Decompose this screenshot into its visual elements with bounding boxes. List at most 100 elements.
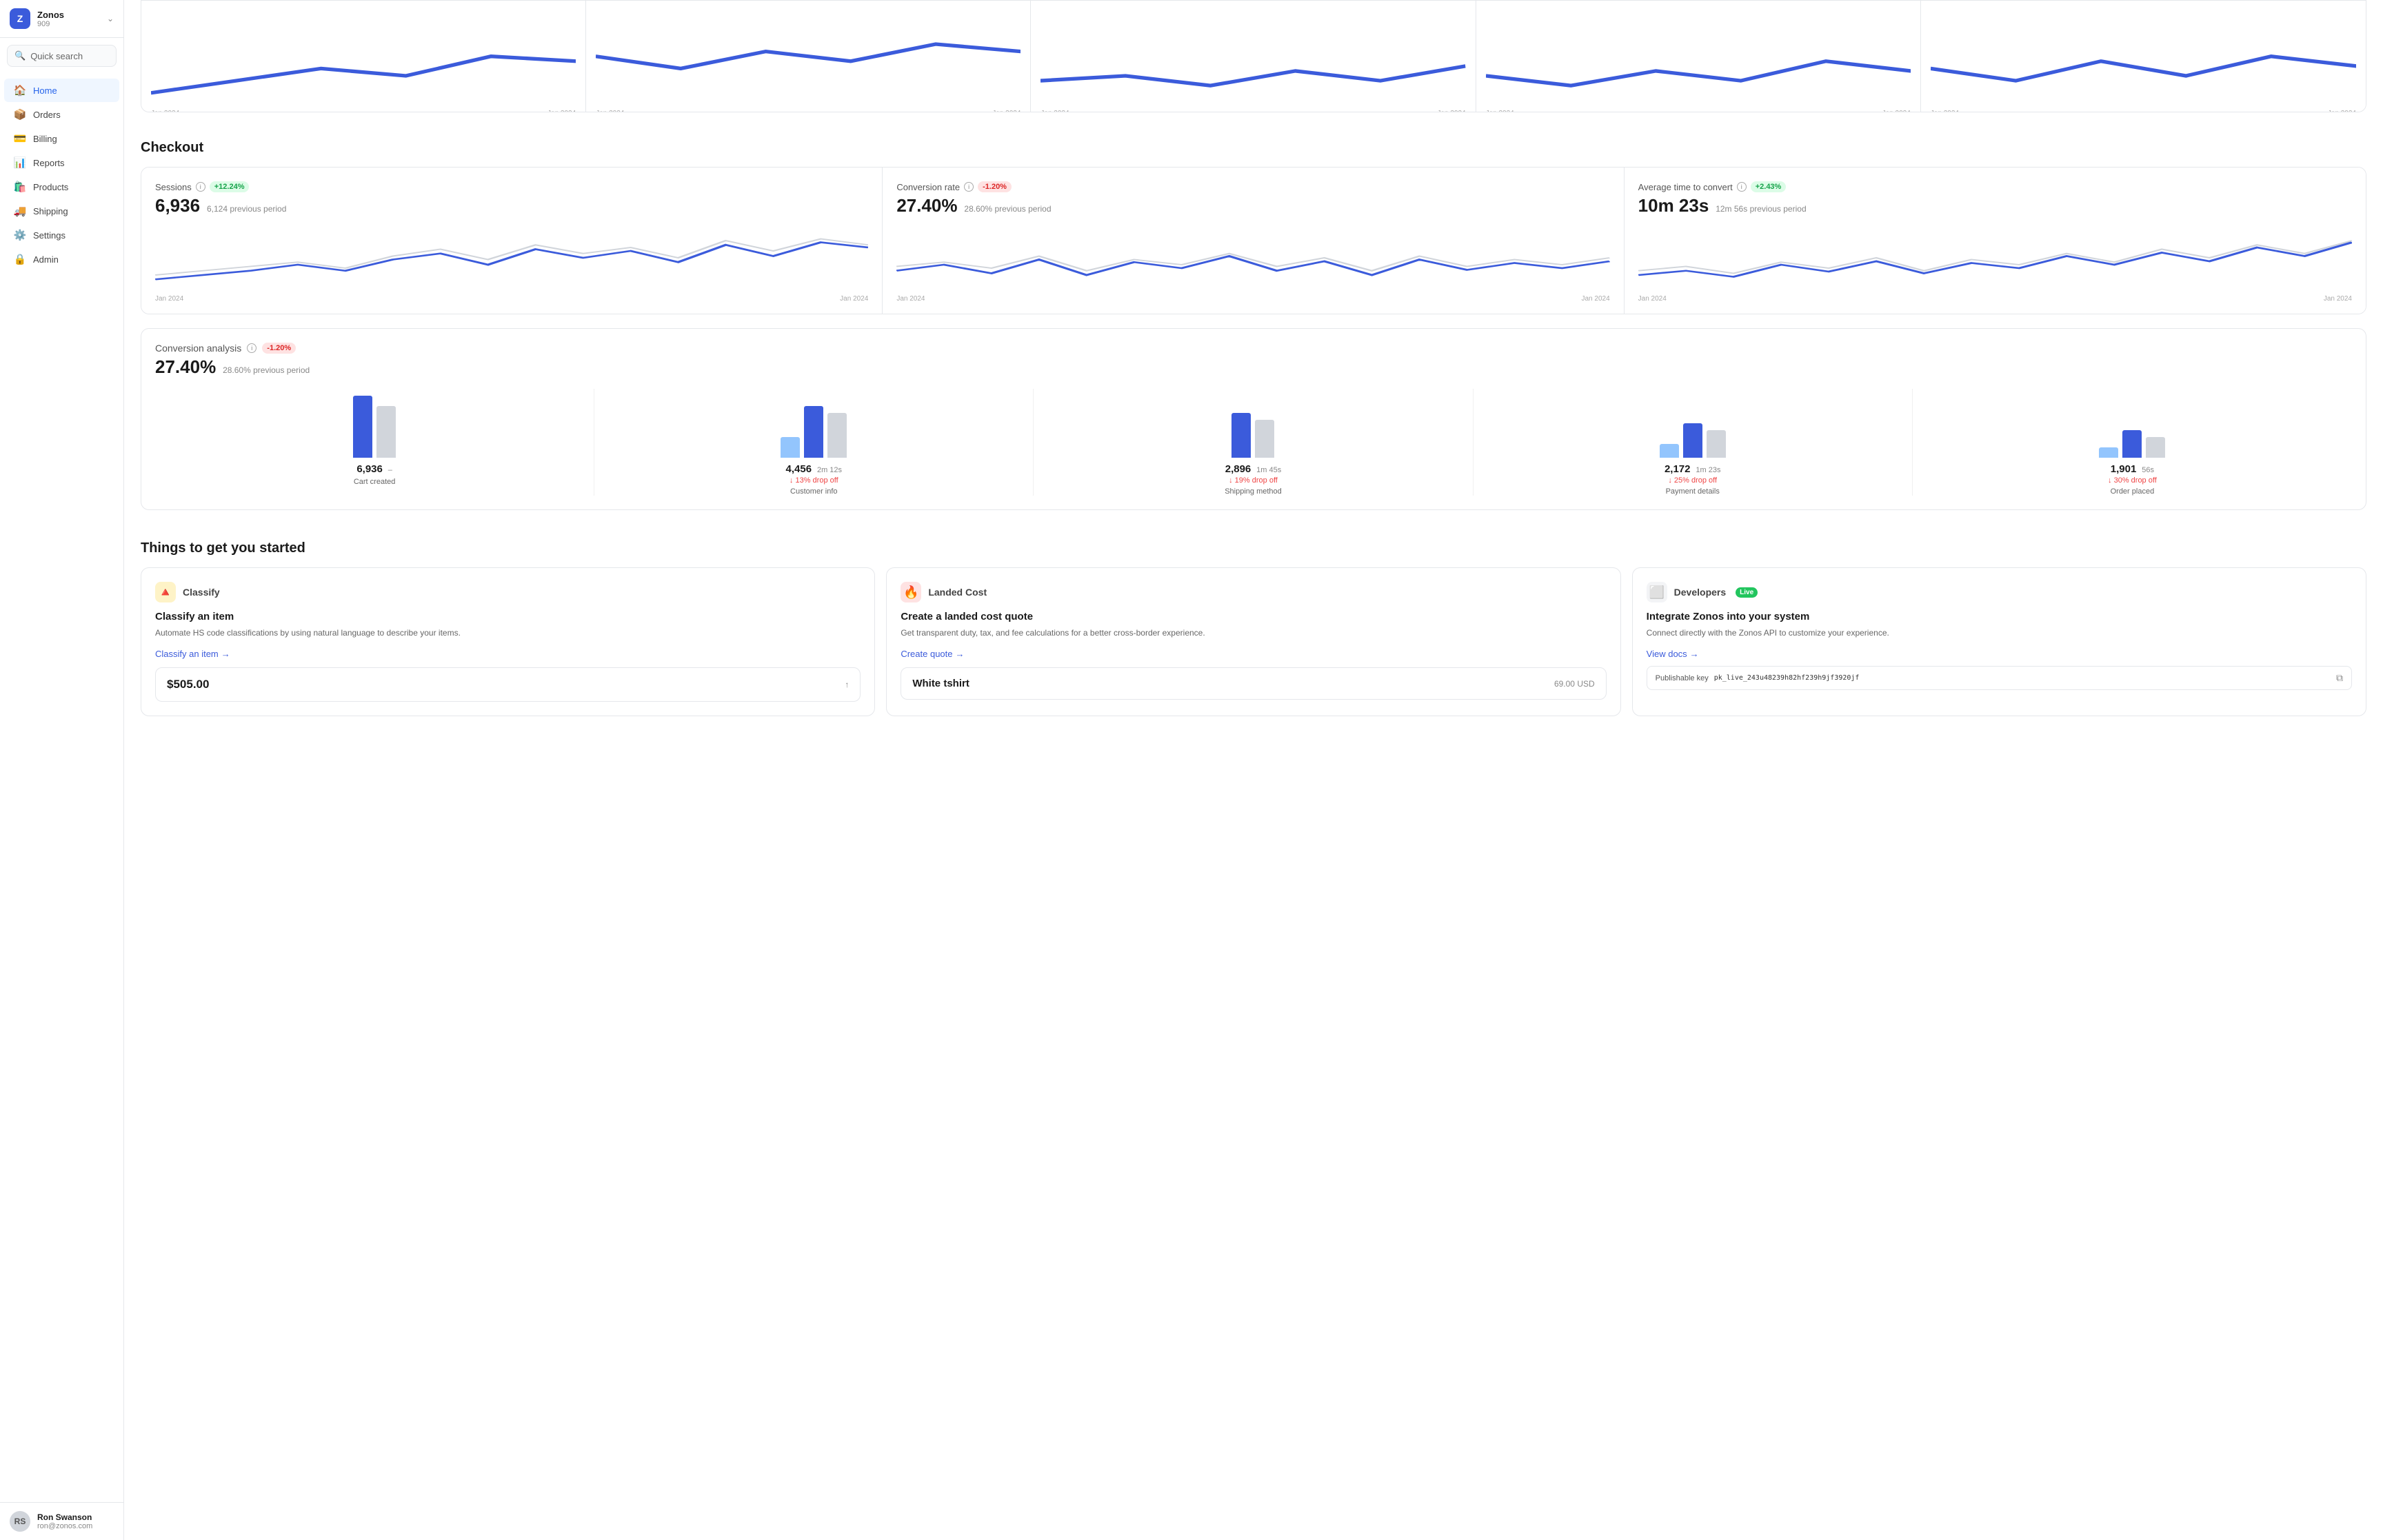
conversion-info-icon[interactable]: i (964, 182, 974, 192)
developers-card: ⬜ Developers Live Integrate Zonos into y… (1632, 567, 2366, 716)
avg-time-chart (1638, 223, 2352, 292)
sidebar-item-products[interactable]: 🛍️ Products (4, 175, 119, 199)
quick-search-button[interactable]: 🔍 Quick search (7, 45, 117, 67)
conversion-rate-value: 27.40% (896, 195, 957, 216)
checkout-title: Checkout (141, 126, 2366, 167)
sidebar-item-admin[interactable]: 🔒 Admin (4, 247, 119, 271)
org-header[interactable]: Z Zonos 909 ⌄ (0, 0, 123, 38)
conversion-rate-metric: Conversion rate i -1.20% 27.40% 28.60% p… (883, 168, 1624, 314)
developers-icon: ⬜ (1647, 582, 1667, 602)
sidebar-footer: RS Ron Swanson ron@zonos.com (0, 1502, 123, 1540)
funnel-bar-prev (1255, 420, 1274, 458)
conversion-rate-chart (896, 223, 1609, 292)
create-quote-link[interactable]: Create quote → (901, 649, 1606, 659)
landed-cost-card: 🔥 Landed Cost Create a landed cost quote… (886, 567, 1620, 716)
funnel-bar-prev (1707, 430, 1726, 458)
funnel-label: Payment details (1666, 487, 1720, 496)
landed-cost-icon: 🔥 (901, 582, 921, 602)
avg-time-info-icon[interactable]: i (1737, 182, 1747, 192)
funnel-label: Cart created (354, 478, 396, 486)
funnel-label: Order placed (2111, 487, 2155, 496)
funnel-label: Shipping method (1225, 487, 1282, 496)
funnel-bar-prev (827, 413, 847, 458)
user-name: Ron Swanson (37, 1512, 92, 1522)
sidebar: Z Zonos 909 ⌄ 🔍 Quick search 🏠 Home 📦 Or… (0, 0, 124, 1540)
mini-chart-4: Jan 2024 Jan 2024 (1476, 1, 1921, 112)
landed-cost-desc: Get transparent duty, tax, and fee calcu… (901, 627, 1606, 639)
main-content: Jan 2024 Jan 2024 Jan 2024 Jan 2024 (124, 0, 2383, 1540)
sidebar-item-label: Admin (33, 254, 59, 265)
funnel-drop: ↓ 25% drop off (1668, 476, 1717, 485)
mini-chart-5: Jan 2024 Jan 2024 (1921, 1, 2366, 112)
developers-desc: Connect directly with the Zonos API to c… (1647, 627, 2352, 639)
things-section: Things to get you started 🔺 Classify Cla… (141, 527, 2366, 716)
quick-search-label: Quick search (30, 51, 83, 61)
sessions-metric: Sessions i +12.24% 6,936 6,124 previous … (141, 168, 883, 314)
org-id: 909 (37, 20, 100, 28)
funnel-bar-top (781, 437, 800, 458)
sidebar-item-label: Orders (33, 110, 61, 120)
funnel-bar-prev (376, 406, 396, 458)
user-info: Ron Swanson ron@zonos.com (37, 1512, 92, 1530)
avg-time-value: 10m 23s (1638, 195, 1709, 216)
landed-cost-category: Landed Cost (928, 587, 987, 598)
trend-icon: ↑ (845, 680, 849, 689)
key-value: pk_live_243u48239h82hf239h9jf3920jf (1714, 674, 2331, 682)
arrow-icon: → (1690, 649, 1699, 659)
org-name: Zonos (37, 10, 100, 20)
user-email: ron@zonos.com (37, 1522, 92, 1530)
sidebar-item-settings[interactable]: ⚙️ Settings (4, 223, 119, 247)
copy-icon[interactable]: ⧉ (2336, 672, 2343, 684)
sessions-badge: +12.24% (210, 181, 250, 192)
funnel-count: 2,172 (1665, 463, 1691, 475)
avg-time-label: Average time to convert (1638, 182, 1733, 192)
sidebar-item-label: Billing (33, 134, 57, 144)
org-info: Zonos 909 (37, 10, 100, 28)
arrow-icon: → (956, 649, 965, 659)
sessions-chart (155, 223, 868, 292)
funnel-bar-main (2122, 430, 2142, 458)
classify-link[interactable]: Classify an item → (155, 649, 861, 659)
funnel-bar-top (2099, 447, 2118, 458)
sessions-info-icon[interactable]: i (196, 182, 205, 192)
chevron-down-icon: ⌄ (107, 14, 114, 23)
sidebar-item-reports[interactable]: 📊 Reports (4, 151, 119, 174)
avg-time-metric: Average time to convert i +2.43% 10m 23s… (1625, 168, 2366, 314)
top-mini-charts: Jan 2024 Jan 2024 Jan 2024 Jan 2024 (141, 0, 2366, 112)
classify-category: Classify (183, 587, 220, 598)
conversion-analysis-info-icon[interactable]: i (247, 343, 257, 353)
classify-desc: Automate HS code classifications by usin… (155, 627, 861, 639)
funnel-drop: ↓ 19% drop off (1229, 476, 1278, 485)
conversion-analysis-value: 27.40% (155, 356, 216, 377)
sidebar-item-billing[interactable]: 💳 Billing (4, 127, 119, 150)
funnel-bar-main (353, 396, 372, 458)
landed-cost-title: Create a landed cost quote (901, 611, 1606, 622)
avg-time-badge: +2.43% (1751, 181, 1787, 192)
classify-card: 🔺 Classify Classify an item Automate HS … (141, 567, 875, 716)
things-grid: 🔺 Classify Classify an item Automate HS … (141, 567, 2366, 716)
conversion-analysis-prev: 28.60% previous period (223, 365, 310, 375)
sessions-prev: 6,124 previous period (207, 204, 286, 214)
sidebar-item-shipping[interactable]: 🚚 Shipping (4, 199, 119, 223)
funnel-time: 2m 12s (817, 466, 842, 474)
funnel-count: 4,456 (786, 463, 812, 475)
sidebar-item-orders[interactable]: 📦 Orders (4, 103, 119, 126)
funnel-shipping-method: 2,896 1m 45s ↓ 19% drop off Shipping met… (1034, 389, 1473, 496)
view-docs-link[interactable]: View docs → (1647, 649, 2352, 659)
sidebar-item-label: Reports (33, 158, 65, 168)
funnel-bar-main (1231, 413, 1251, 458)
products-icon: 🛍️ (14, 181, 26, 193)
conversion-analysis-section: Conversion analysis i -1.20% 27.40% 28.6… (141, 328, 2366, 510)
arrow-icon: → (221, 649, 230, 659)
search-icon: 🔍 (14, 50, 26, 61)
sidebar-item-label: Shipping (33, 206, 68, 216)
funnel-customer-info: 4,456 2m 12s ↓ 13% drop off Customer inf… (594, 389, 1034, 496)
classify-icon: 🔺 (155, 582, 176, 602)
org-logo: Z (10, 8, 30, 29)
settings-icon: ⚙️ (14, 229, 26, 241)
sidebar-item-label: Products (33, 182, 68, 192)
funnel-cart-created: 6,936 – Cart created (155, 389, 594, 496)
admin-icon: 🔒 (14, 253, 26, 265)
funnel-payment-details: 2,172 1m 23s ↓ 25% drop off Payment deta… (1474, 389, 1913, 496)
sidebar-item-home[interactable]: 🏠 Home (4, 79, 119, 102)
